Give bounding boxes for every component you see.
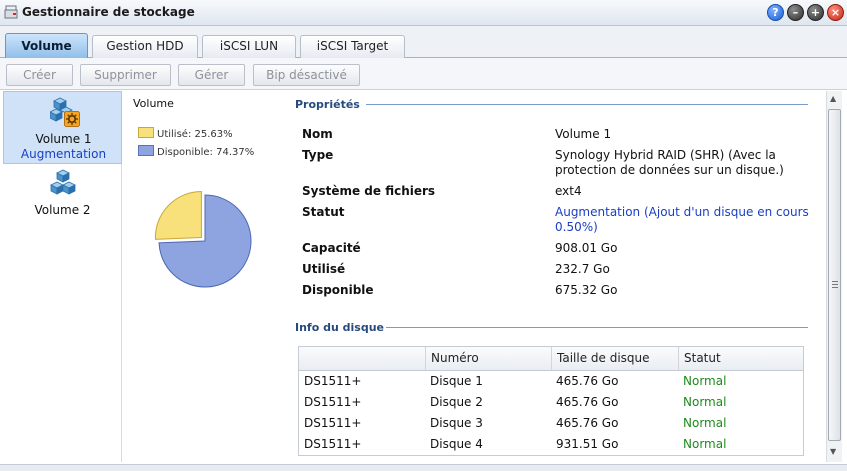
volume-item-2[interactable]: Volume 2 xyxy=(3,164,122,222)
usage-pie-chart xyxy=(154,191,252,288)
tab-strip: Volume Gestion HDD iSCSI LUN iSCSI Targe… xyxy=(0,26,847,59)
prop-value-used: 232.7 Go xyxy=(555,262,610,276)
beep-off-button[interactable]: Bip désactivé xyxy=(253,64,360,86)
minimize-button[interactable]: – xyxy=(787,4,804,21)
vertical-scrollbar[interactable]: ▲ ▼ xyxy=(826,91,842,462)
cell-status: Normal xyxy=(683,437,727,451)
column-header-size[interactable]: Taille de disque xyxy=(551,347,678,370)
window-titlebar: Gestionnaire de stockage ? – + × xyxy=(0,0,847,26)
usage-panel: Volume Utilisé: 25.63% Disponible: 74.37… xyxy=(126,91,284,462)
column-header-number[interactable]: Numéro xyxy=(425,347,551,370)
prop-value-name: Volume 1 xyxy=(555,127,612,141)
usage-title: Volume xyxy=(133,97,174,110)
table-row[interactable]: DS1511+ Disque 3 465.76 Go Normal xyxy=(299,413,803,434)
cell-size: 465.76 Go xyxy=(556,395,619,409)
disk-info-title: Info du disque xyxy=(295,321,384,334)
properties-title: Propriétés xyxy=(295,98,360,111)
table-row[interactable]: DS1511+ Disque 1 465.76 Go Normal xyxy=(299,371,803,392)
scroll-down-icon[interactable]: ▼ xyxy=(830,447,836,456)
cell-model: DS1511+ xyxy=(304,437,362,451)
prop-value-type: Synology Hybrid RAID (SHR) (Avec la prot… xyxy=(555,148,784,177)
cell-model: DS1511+ xyxy=(304,395,362,409)
cell-model: DS1511+ xyxy=(304,416,362,430)
prop-label-used: Utilisé xyxy=(302,262,346,276)
gear-badge-icon xyxy=(64,111,80,127)
cell-number: Disque 4 xyxy=(430,437,483,451)
prop-value-filesystem: ext4 xyxy=(555,184,582,198)
window-bottom-edge xyxy=(0,464,847,471)
legend-free: Disponible: 74.37% xyxy=(138,145,254,158)
prop-label-name: Nom xyxy=(302,127,333,141)
scroll-up-icon[interactable]: ▲ xyxy=(830,94,836,103)
prop-label-capacity: Capacité xyxy=(302,241,361,255)
prop-label-available: Disponible xyxy=(302,283,374,297)
maximize-button[interactable]: + xyxy=(807,4,824,21)
volume-name: Volume 2 xyxy=(34,203,91,217)
delete-button[interactable]: Supprimer xyxy=(80,64,171,86)
legend-free-label: Disponible: 74.37% xyxy=(157,147,255,158)
section-divider xyxy=(366,104,808,105)
cell-status: Normal xyxy=(683,395,727,409)
prop-label-status: Statut xyxy=(302,205,345,219)
volume-status: Augmentation xyxy=(20,147,107,161)
cell-model: DS1511+ xyxy=(304,374,362,388)
section-divider xyxy=(386,327,808,328)
column-header-status[interactable]: Statut xyxy=(678,347,804,370)
properties-panel: Propriétés Nom Volume 1 Type Synology Hy… xyxy=(288,91,825,462)
cell-size: 465.76 Go xyxy=(556,374,619,388)
cell-size: 931.51 Go xyxy=(556,437,619,451)
cell-number: Disque 3 xyxy=(430,416,483,430)
create-button[interactable]: Créer xyxy=(6,64,73,86)
close-button[interactable]: × xyxy=(827,4,844,21)
scroll-grip-icon xyxy=(832,281,838,288)
status-text: Augmentation (Ajout d'un disque en cours… xyxy=(555,205,809,234)
cubes-stack-icon xyxy=(50,169,76,195)
prop-value-available: 675.32 Go xyxy=(555,283,618,297)
legend-swatch-used xyxy=(138,127,154,138)
window-title: Gestionnaire de stockage xyxy=(22,5,195,19)
help-button[interactable]: ? xyxy=(767,4,784,21)
table-row[interactable]: DS1511+ Disque 4 931.51 Go Normal xyxy=(299,434,803,455)
cell-number: Disque 1 xyxy=(430,374,483,388)
prop-label-type: Type xyxy=(302,148,334,162)
cell-size: 465.76 Go xyxy=(556,416,619,430)
volume-item-1[interactable]: Volume 1 Augmentation xyxy=(3,91,122,164)
prop-value-status: Augmentation (Ajout d'un disque en cours… xyxy=(555,205,810,235)
toolbar: Créer Supprimer Gérer Bip désactivé xyxy=(0,58,847,90)
disk-table: Numéro Taille de disque Statut DS1511+ D… xyxy=(298,346,804,456)
disk-table-header: Numéro Taille de disque Statut xyxy=(299,347,803,371)
cell-status: Normal xyxy=(683,416,727,430)
legend-used-label: Utilisé: 25.63% xyxy=(157,129,233,140)
scroll-thumb[interactable] xyxy=(828,109,841,441)
prop-value-capacity: 908.01 Go xyxy=(555,241,618,255)
manage-button[interactable]: Gérer xyxy=(178,64,245,86)
column-header-model[interactable] xyxy=(299,347,425,370)
table-row[interactable]: DS1511+ Disque 2 465.76 Go Normal xyxy=(299,392,803,413)
volume-list: Volume 1 Augmentation Volume 2 xyxy=(3,91,122,462)
pie-slice-used xyxy=(154,191,202,240)
volume-name: Volume 1 xyxy=(35,132,92,146)
tab-hdd-management[interactable]: Gestion HDD xyxy=(92,35,198,58)
tab-iscsi-lun[interactable]: iSCSI LUN xyxy=(202,35,296,58)
storage-manager-icon xyxy=(4,5,18,19)
tab-iscsi-target[interactable]: iSCSI Target xyxy=(300,35,405,58)
cell-number: Disque 2 xyxy=(430,395,483,409)
tab-volume[interactable]: Volume xyxy=(5,33,88,59)
prop-label-filesystem: Système de fichiers xyxy=(302,184,436,198)
legend-used: Utilisé: 25.63% xyxy=(138,127,233,140)
legend-swatch-free xyxy=(138,145,154,156)
cell-status: Normal xyxy=(683,374,727,388)
